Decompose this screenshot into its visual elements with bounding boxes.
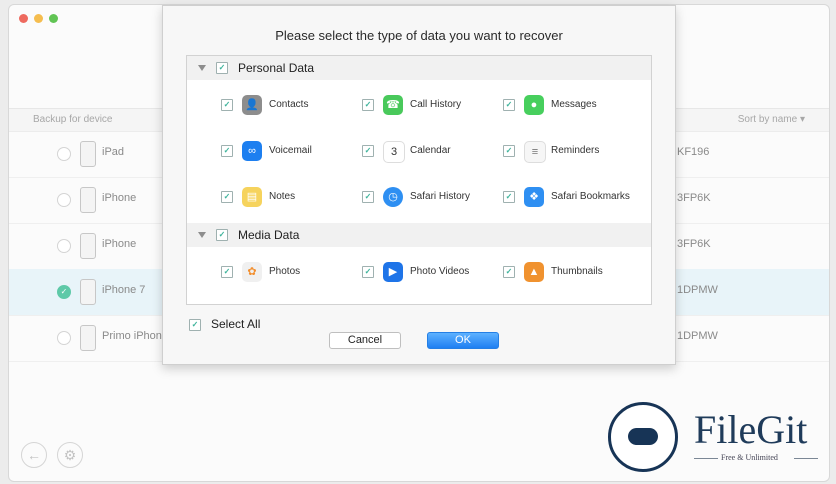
item-checkbox[interactable]: ✓ [221, 99, 233, 111]
data-type-item[interactable]: ✓ ▶ Photo Videos [362, 261, 502, 283]
device-serial: 1DPMW [677, 284, 718, 296]
item-checkbox[interactable]: ✓ [221, 145, 233, 157]
item-checkbox[interactable]: ✓ [221, 191, 233, 203]
settings-button[interactable]: ⚙ [57, 442, 83, 468]
device-name: Primo iPhone [102, 330, 169, 342]
item-checkbox[interactable]: ✓ [503, 266, 515, 278]
item-checkbox[interactable]: ✓ [221, 266, 233, 278]
data-type-item[interactable]: ✓ ≡ Reminders [503, 140, 643, 163]
item-checkbox[interactable]: ✓ [503, 145, 515, 157]
media-data-section-header[interactable]: ✓ Media Data [187, 223, 651, 247]
messages-icon: ● [524, 95, 544, 115]
backup-header-label: Backup for device [33, 114, 113, 125]
item-checkbox[interactable]: ✓ [503, 191, 515, 203]
device-serial: 3FP6K [677, 238, 711, 250]
photos-icon: ✿ [242, 262, 262, 282]
device-icon [80, 279, 96, 305]
back-button[interactable]: ← [21, 442, 47, 468]
window-minimize-button[interactable] [34, 14, 43, 23]
item-checkbox[interactable]: ✓ [503, 99, 515, 111]
voicemail-icon: ∞ [242, 141, 262, 161]
item-label: Thumbnails [551, 266, 603, 277]
dialog-title: Please select the type of data you want … [275, 28, 563, 43]
section-label: Media Data [238, 228, 300, 242]
phone-icon: ☎ [383, 95, 403, 115]
item-label: Photo Videos [410, 266, 470, 277]
device-serial: 3FP6K [677, 192, 711, 204]
personal-data-checkbox[interactable]: ✓ [216, 62, 228, 74]
sort-by-name-dropdown[interactable]: Sort by name ▾ [738, 114, 805, 125]
filegit-watermark: FileGit Free & Unlimited [608, 402, 828, 472]
item-label: Reminders [551, 145, 600, 156]
device-icon [80, 233, 96, 259]
device-radio[interactable] [57, 239, 71, 253]
window-close-button[interactable] [19, 14, 28, 23]
device-serial: 1DPMW [677, 330, 718, 342]
item-label: Safari Bookmarks [551, 191, 630, 202]
device-radio-checked[interactable]: ✓ [57, 285, 71, 299]
device-icon [80, 141, 96, 167]
device-icon [80, 325, 96, 351]
divider [694, 458, 718, 459]
item-label: Calendar [410, 145, 451, 156]
device-icon [80, 187, 96, 213]
back-arrow-icon: ← [27, 447, 41, 463]
device-radio[interactable] [57, 331, 71, 345]
contacts-icon: 👤 [242, 95, 262, 115]
data-type-item[interactable]: ✓ ● Messages [503, 94, 643, 116]
select-all-label: Select All [211, 317, 261, 331]
watermark-tagline: Free & Unlimited [721, 453, 778, 462]
calendar-icon: 3 [383, 141, 405, 163]
data-type-panel: ✓ Personal Data ✓ 👤 Contacts ✓ ☎ Call Hi… [186, 55, 652, 305]
device-name: iPhone [102, 238, 137, 250]
thumbnails-icon: ▲ [524, 262, 544, 282]
device-name: iPhone 7 [102, 284, 146, 296]
data-type-item[interactable]: ✓ 👤 Contacts [221, 94, 361, 116]
item-checkbox[interactable]: ✓ [362, 145, 374, 157]
personal-data-section-header[interactable]: ✓ Personal Data [187, 56, 651, 80]
cloud-icon [628, 428, 658, 445]
data-type-item[interactable]: ✓ ◷ Safari History [362, 186, 502, 208]
media-data-checkbox[interactable]: ✓ [216, 229, 228, 241]
device-name: iPhone [102, 192, 137, 204]
data-type-item[interactable]: ✓ ▤ Notes [221, 186, 361, 208]
safari-history-icon: ◷ [383, 187, 403, 207]
recover-type-dialog: Please select the type of data you want … [162, 5, 676, 365]
gear-icon: ⚙ [63, 447, 77, 463]
select-all-checkbox[interactable]: ✓ [189, 319, 201, 331]
device-serial: KF196 [677, 146, 710, 158]
collapse-triangle-icon[interactable] [198, 232, 206, 238]
item-label: Safari History [410, 191, 471, 202]
divider [794, 458, 818, 459]
reminders-icon: ≡ [524, 141, 546, 163]
item-label: Call History [410, 99, 462, 110]
filegit-logo-icon [608, 402, 678, 472]
item-checkbox[interactable]: ✓ [362, 266, 374, 278]
item-label: Notes [269, 191, 296, 202]
window-maximize-button[interactable] [49, 14, 58, 23]
safari-bookmarks-icon: ❖ [524, 187, 544, 207]
item-label: Voicemail [269, 145, 312, 156]
collapse-triangle-icon[interactable] [198, 65, 206, 71]
data-type-item[interactable]: ✓ ▲ Thumbnails [503, 261, 643, 283]
data-type-item[interactable]: ✓ ☎ Call History [362, 94, 502, 116]
item-label: Contacts [269, 99, 309, 110]
device-radio[interactable] [57, 193, 71, 207]
item-checkbox[interactable]: ✓ [362, 99, 374, 111]
device-radio[interactable] [57, 147, 71, 161]
item-label: Messages [551, 99, 597, 110]
device-name: iPad [102, 146, 125, 158]
notes-icon: ▤ [242, 187, 262, 207]
data-type-item[interactable]: ✓ ❖ Safari Bookmarks [503, 186, 643, 208]
watermark-brand: FileGit [694, 407, 808, 452]
data-type-item[interactable]: ✓ ✿ Photos [221, 261, 361, 283]
section-label: Personal Data [238, 61, 315, 75]
item-label: Photos [269, 266, 301, 277]
item-checkbox[interactable]: ✓ [362, 191, 374, 203]
cancel-button[interactable]: Cancel [329, 332, 401, 349]
data-type-item[interactable]: ✓ 3 Calendar [362, 140, 502, 163]
ok-button[interactable]: OK [427, 332, 499, 349]
data-type-item[interactable]: ✓ ∞ Voicemail [221, 140, 361, 162]
photo-videos-icon: ▶ [383, 262, 403, 282]
